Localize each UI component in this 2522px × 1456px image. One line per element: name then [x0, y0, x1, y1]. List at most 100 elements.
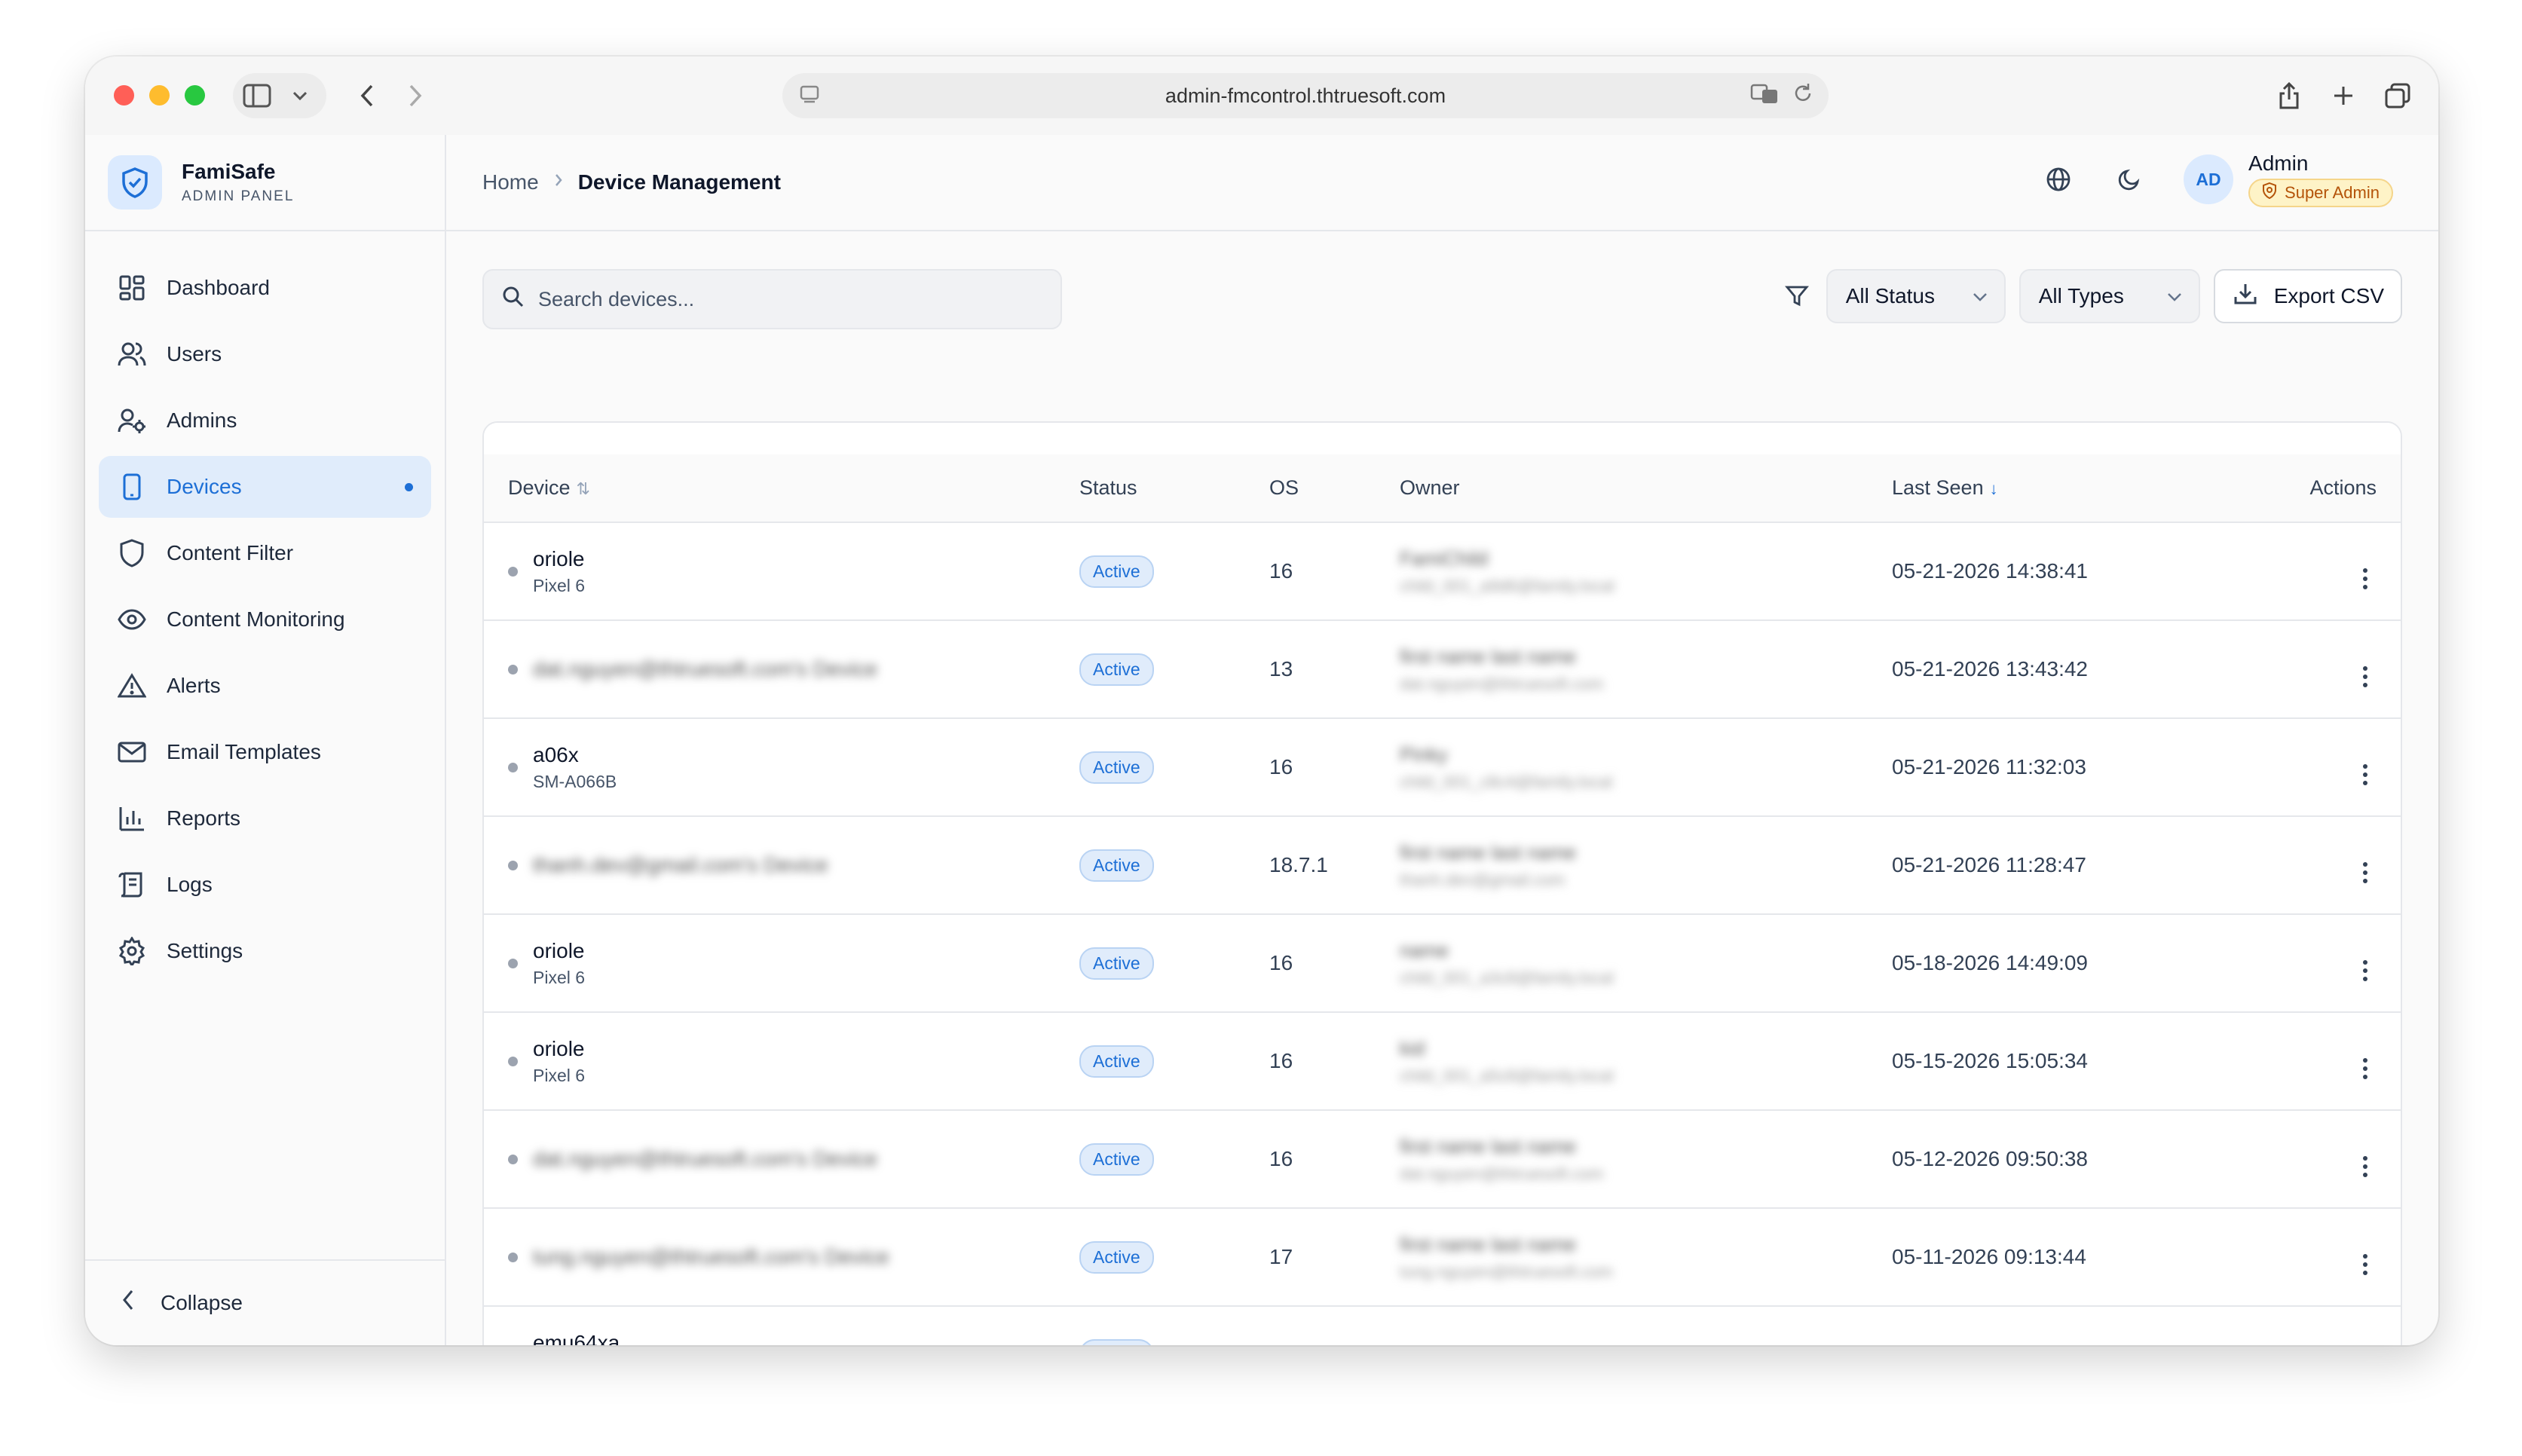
cell-device: thanh.dev@gmail.com's Device — [484, 816, 1079, 914]
table-row[interactable]: dat.nguyen@thtruesoft.com's Device Activ… — [484, 620, 2401, 718]
status-badge: Active — [1079, 947, 1154, 980]
type-filter-select[interactable]: All Types — [2019, 269, 2200, 323]
more-actions-icon[interactable] — [2354, 1057, 2377, 1079]
sidebar-toggle-icon[interactable] — [233, 73, 281, 118]
table-row[interactable]: oriole Pixel 6 Active 16 name child_001_a3… — [484, 914, 2401, 1012]
table-row[interactable]: dat.nguyen@thtruesoft.com's Device Activ… — [484, 1110, 2401, 1208]
cell-status: Active — [1079, 620, 1269, 718]
cell-owner: Pinky child_001_c8c4@family.local — [1400, 718, 1892, 816]
device-name: thanh.dev@gmail.com's Device — [533, 853, 828, 876]
sidebar-item-reports[interactable]: Reports — [99, 788, 431, 849]
cell-status: Active — [1079, 522, 1269, 620]
breadcrumb: Home Device Management — [482, 170, 781, 194]
sidebar-item-email-templates[interactable]: Email Templates — [99, 721, 431, 783]
more-actions-icon[interactable] — [2354, 665, 2377, 687]
more-actions-icon[interactable] — [2354, 567, 2377, 589]
sidebar-item-admins[interactable]: Admins — [99, 390, 431, 451]
minimize-window-button[interactable] — [149, 85, 170, 106]
sidebar-item-label: Email Templates — [167, 740, 321, 763]
search-icon — [502, 286, 525, 314]
new-tab-icon[interactable] — [2322, 73, 2364, 118]
brand-header: FamiSafe ADMIN PANEL — [85, 135, 445, 231]
more-actions-icon[interactable] — [2354, 861, 2377, 883]
device-model: SM-A066B — [533, 771, 617, 791]
table-row[interactable]: thanh.dev@gmail.com's Device Active 18.7… — [484, 816, 2401, 914]
close-window-button[interactable] — [114, 85, 134, 106]
more-actions-icon[interactable] — [2354, 959, 2377, 981]
cell-owner: first name last name tung.nguyen@thtrueso… — [1400, 1208, 1892, 1306]
more-actions-icon[interactable] — [2354, 1155, 2377, 1177]
avatar[interactable]: AD — [2184, 154, 2234, 204]
filter-icon[interactable] — [1778, 270, 1816, 323]
sidebar-item-label: Settings — [167, 939, 243, 962]
cell-device: tung.nguyen@thtruesoft.com's Device — [484, 1208, 1079, 1306]
translate-icon[interactable] — [1750, 82, 1779, 110]
cell-status: Active — [1079, 1208, 1269, 1306]
sort-icon: ⇅ — [576, 479, 590, 498]
back-icon[interactable] — [343, 73, 391, 118]
device-status-dot — [508, 762, 518, 772]
share-icon[interactable] — [2268, 73, 2310, 118]
reload-icon[interactable] — [1792, 82, 1813, 110]
tab-overview-icon[interactable] — [2377, 73, 2419, 118]
status-filter-value: All Status — [1845, 284, 1935, 307]
owner-name: first name last name — [1400, 644, 1577, 668]
status-filter-select[interactable]: All Status — [1826, 269, 2006, 323]
table-row[interactable]: emu64xaPixel Tablet Active 15 05-07-2026… — [484, 1306, 2401, 1345]
table-card-top-spacer — [484, 423, 2401, 454]
owner-email: dat.nguyen@thtruesoft.com — [1400, 1164, 1604, 1183]
chevron-down-icon[interactable] — [281, 73, 319, 118]
table-row[interactable]: oriole Pixel 6 Active 16 kid child_001_a5c… — [484, 1012, 2401, 1110]
chevron-down-icon — [2167, 286, 2182, 306]
search-box[interactable] — [482, 269, 1062, 329]
top-actions: AD Admin Super Admin — [2009, 151, 2393, 207]
search-input[interactable] — [538, 287, 990, 311]
table-row[interactable]: tung.nguyen@thtruesoft.com's Device Acti… — [484, 1208, 2401, 1306]
chevron-left-icon — [121, 1289, 135, 1318]
sidebar-item-settings[interactable]: Settings — [99, 920, 431, 982]
sidebar-item-users[interactable]: Users — [99, 323, 431, 385]
sidebar-item-devices[interactable]: Devices — [99, 456, 431, 518]
sidebar-item-content-filter[interactable]: Content Filter — [99, 522, 431, 584]
more-actions-icon[interactable] — [2354, 763, 2377, 785]
sidebar-item-alerts[interactable]: Alerts — [99, 655, 431, 717]
cell-status: Active — [1079, 816, 1269, 914]
address-bar[interactable]: admin-fmcontrol.thtruesoft.com — [782, 73, 1829, 118]
user-info[interactable]: Admin Super Admin — [2248, 151, 2393, 207]
cell-actions — [2239, 620, 2401, 718]
owner-name: kid — [1400, 1036, 1425, 1060]
cell-actions — [2239, 816, 2401, 914]
breadcrumb-home-link[interactable]: Home — [482, 170, 539, 194]
cell-os: 17 — [1269, 1245, 1293, 1268]
more-actions-icon[interactable] — [2354, 1253, 2377, 1275]
dark-mode-moon-icon[interactable] — [2108, 158, 2150, 200]
sidebar-item-content-monitoring[interactable]: Content Monitoring — [99, 589, 431, 650]
dashboard-icon — [117, 273, 147, 303]
device-name: a06x — [533, 742, 579, 766]
cell-status: Active — [1079, 1306, 1269, 1345]
export-csv-button[interactable]: Export CSV — [2213, 269, 2402, 323]
forward-icon[interactable] — [391, 73, 439, 118]
device-status-dot — [508, 566, 518, 577]
table-body: oriole Pixel 6 Active 16 FamiChild child_0… — [484, 522, 2401, 1345]
cell-actions — [2239, 914, 2401, 1012]
sidebar-item-dashboard[interactable]: Dashboard — [99, 257, 431, 319]
device-status-dot — [508, 958, 518, 968]
scroll-icon — [117, 870, 147, 900]
page-settings-icon[interactable] — [799, 84, 820, 110]
table-row[interactable]: oriole Pixel 6 Active 16 FamiChild child_0… — [484, 522, 2401, 620]
maximize-window-button[interactable] — [185, 85, 205, 106]
alert-triangle-icon — [117, 671, 147, 701]
devices-table: Device ⇅ Status OS Owner Last Seen ↓ Actio… — [484, 454, 2401, 1345]
language-globe-icon[interactable] — [2037, 158, 2080, 200]
admins-icon — [117, 405, 147, 436]
owner-name: first name last name — [1400, 840, 1577, 864]
column-header-device[interactable]: Device ⇅ — [484, 454, 1079, 522]
mail-icon — [117, 737, 147, 767]
cell-owner: first name last name dat.nguyen@thtruesof… — [1400, 620, 1892, 718]
table-row[interactable]: a06x SM-A066B Active 16 Pinky child_001_c8… — [484, 718, 2401, 816]
column-header-last-seen[interactable]: Last Seen ↓ — [1892, 454, 2239, 522]
sidebar-item-logs[interactable]: Logs — [99, 854, 431, 916]
cell-os: 16 — [1269, 1049, 1293, 1072]
collapse-button[interactable]: Collapse — [85, 1259, 445, 1345]
